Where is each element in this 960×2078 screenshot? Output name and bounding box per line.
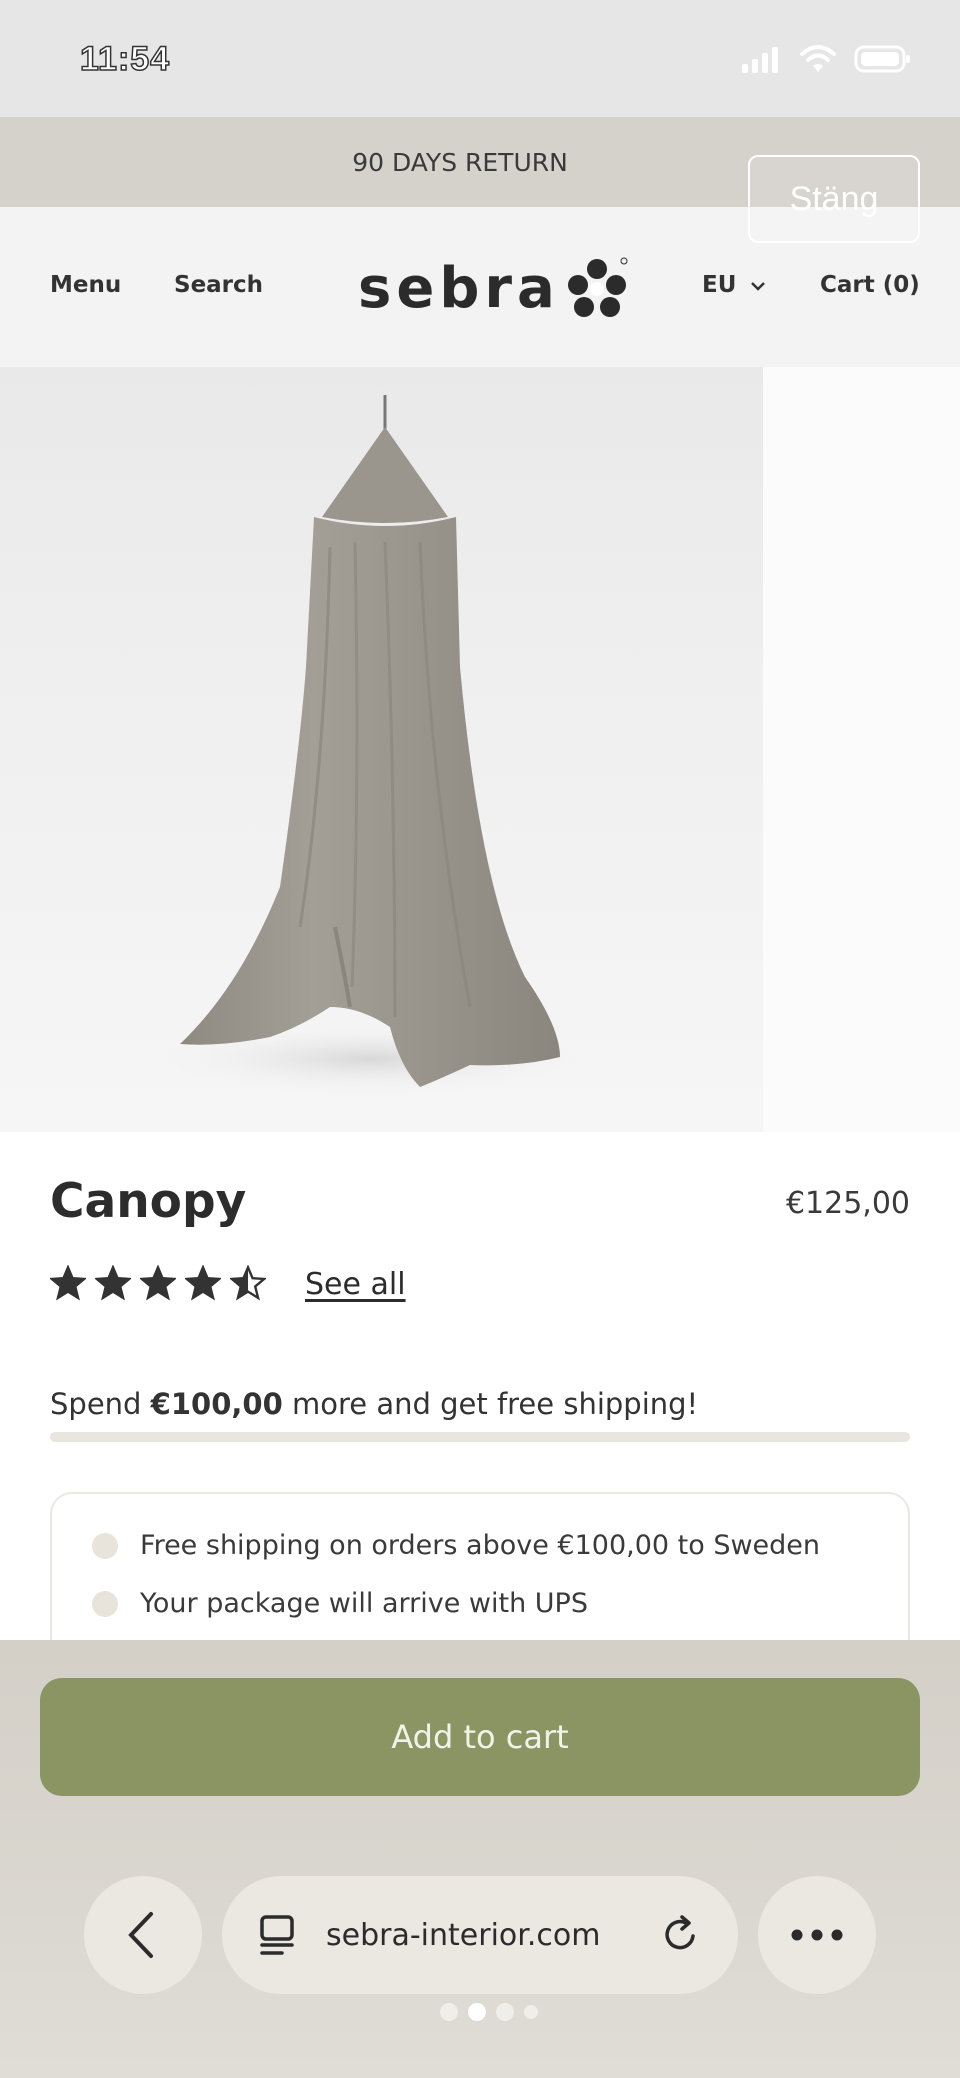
product-image[interactable] (0, 367, 763, 1132)
bullet-dot-icon (92, 1532, 118, 1559)
star-half-icon (230, 1265, 266, 1301)
page-dot (524, 2005, 538, 2019)
ellipsis-icon (791, 1929, 843, 1941)
promo-text: 90 DAYS RETURN (352, 147, 568, 177)
bullet-dot-icon (92, 1590, 118, 1617)
region-selector[interactable]: EU (702, 272, 766, 298)
back-button[interactable] (84, 1876, 202, 1994)
add-to-cart-button[interactable]: Add to cart (40, 1678, 920, 1796)
shipping-msg-amount: €100,00 (150, 1387, 283, 1421)
page-indicator (440, 2003, 538, 2021)
shipping-info-text: Free shipping on orders above €100,00 to… (140, 1530, 821, 1561)
logo-text: sebra (358, 255, 560, 321)
bottom-bar: Add to cart sebra-interior.com (0, 1640, 960, 2078)
product-gallery (0, 367, 960, 1132)
canopy-illustration (150, 395, 590, 1095)
star-filled-icon (95, 1265, 131, 1301)
close-button[interactable]: Stäng (748, 155, 920, 243)
free-shipping-message: Spend €100,00 more and get free shipping… (50, 1387, 698, 1421)
url-text: sebra-interior.com (326, 1917, 601, 1953)
shipping-info-line: Your package will arrive with UPS (92, 1588, 588, 1619)
more-options-button[interactable] (758, 1876, 876, 1994)
status-icons (740, 44, 912, 74)
logo-flower-icon (567, 257, 628, 317)
shipping-msg-prefix: Spend (50, 1387, 151, 1421)
reader-tabs-icon (260, 1915, 294, 1955)
product-info: Canopy €125,00 See all Spend €100,00 mor… (0, 1132, 960, 1692)
status-time: 11:54 (79, 39, 171, 79)
star-filled-icon (140, 1265, 176, 1301)
reload-icon[interactable] (660, 1914, 702, 1956)
menu-link[interactable]: Menu (50, 272, 121, 298)
wifi-icon (800, 45, 836, 72)
star-filled-icon (185, 1265, 221, 1301)
chevron-down-icon (751, 282, 766, 291)
cellular-signal-icon (742, 47, 778, 73)
product-price: €125,00 (785, 1186, 910, 1221)
shipping-info-line: Free shipping on orders above €100,00 to… (92, 1530, 820, 1561)
sebra-logo[interactable]: sebra (358, 255, 630, 321)
shipping-msg-suffix: more and get free shipping! (282, 1387, 699, 1421)
see-all-reviews-link[interactable]: See all (305, 1267, 406, 1302)
page-dot (440, 2003, 458, 2021)
cart-link[interactable]: Cart (0) (820, 272, 920, 298)
battery-icon (854, 45, 910, 73)
region-label: EU (702, 272, 737, 298)
search-link[interactable]: Search (174, 272, 263, 298)
star-filled-icon (50, 1265, 86, 1301)
shipping-info-text: Your package will arrive with UPS (140, 1588, 588, 1619)
chevron-left-icon (128, 1912, 153, 1958)
status-bar: 11:54 (0, 0, 960, 117)
star-rating[interactable] (50, 1265, 266, 1301)
url-bar[interactable]: sebra-interior.com (222, 1876, 738, 1994)
shipping-progress-bar (50, 1432, 910, 1442)
product-title: Canopy (50, 1174, 247, 1229)
page-dot-active (468, 2003, 486, 2021)
page-dot (496, 2003, 514, 2021)
